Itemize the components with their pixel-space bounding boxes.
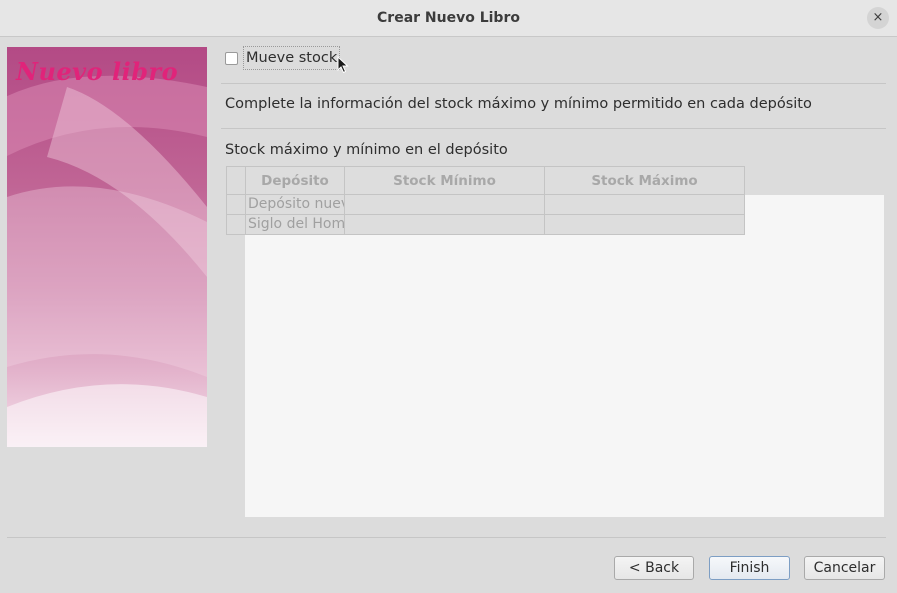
info-text: Complete la información del stock máximo… [225, 96, 812, 112]
mueve-stock-label[interactable]: Mueve stock [243, 46, 341, 70]
table-cell-stock-maximo[interactable] [545, 215, 745, 235]
open-book-illustration [7, 75, 207, 447]
table-cell-deposito[interactable]: Depósito nuev [246, 195, 345, 215]
table-cell-stock-minimo[interactable] [345, 195, 545, 215]
section-label: Stock máximo y mínimo en el depósito [225, 142, 508, 158]
side-banner-image: Nuevo libro [7, 47, 207, 447]
column-header-deposito[interactable]: Depósito [246, 166, 345, 195]
table-cell-stock-maximo[interactable] [545, 195, 745, 215]
cancel-button[interactable]: Cancelar [804, 556, 885, 580]
close-icon: × [872, 10, 884, 25]
separator [221, 83, 886, 84]
table-cell-deposito[interactable]: Siglo del Hom [246, 215, 345, 235]
separator [7, 537, 886, 538]
row-header[interactable] [226, 195, 246, 215]
separator [221, 128, 886, 129]
mouse-pointer-icon [337, 56, 349, 74]
column-header-stock-maximo[interactable]: Stock Máximo [545, 166, 745, 195]
side-banner-title: Nuevo libro [16, 57, 179, 86]
finish-button[interactable]: Finish [709, 556, 790, 580]
back-button[interactable]: < Back [614, 556, 694, 580]
row-header[interactable] [226, 215, 246, 235]
table-viewport[interactable] [245, 195, 884, 517]
title-bar: Crear Nuevo Libro × [0, 0, 897, 37]
table-corner-header [226, 166, 246, 195]
table-cell-stock-minimo[interactable] [345, 215, 545, 235]
mueve-stock-checkbox[interactable] [225, 52, 238, 65]
close-button[interactable]: × [867, 7, 889, 29]
window-title: Crear Nuevo Libro [377, 10, 520, 26]
column-header-stock-minimo[interactable]: Stock Mínimo [345, 166, 545, 195]
